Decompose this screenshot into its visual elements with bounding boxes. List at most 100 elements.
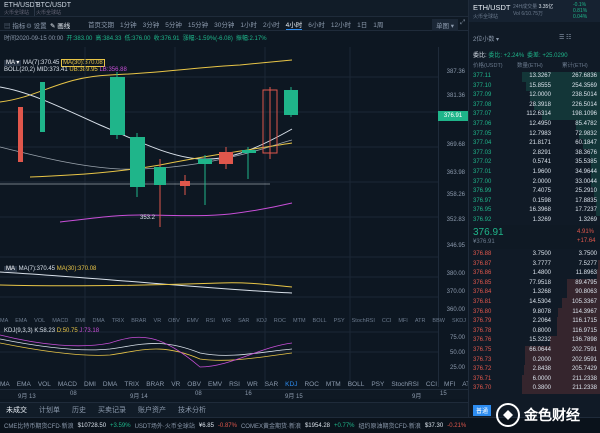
indicator-boll[interactable]: BOLL [348,381,365,388]
indicator-small-sar[interactable]: SAR [238,318,249,326]
ticker-label[interactable]: 纽约原油期货CFD·新浪 [359,421,421,430]
indicator-roc[interactable]: ROC [304,381,318,388]
ticker-label[interactable]: CME比特币期货CFD·新浪 [4,421,74,430]
indicator-small-bbw[interactable]: BBW [432,318,445,326]
bid-row[interactable]: 377.11 13.3267 267.6836 [469,72,600,82]
indicator-small-kdj[interactable]: KDJ [256,318,266,326]
indicator-small-emv[interactable]: EMV [187,318,199,326]
indicator-ma[interactable]: MA [0,381,10,388]
tab-tech-analysis[interactable]: 技术分析 [178,405,206,415]
period-2h[interactable]: 2小时 [263,19,280,29]
period-3min[interactable]: 3分钟 [143,19,160,29]
bid-row[interactable]: 376.99 7.4075 25.2910 [469,187,600,197]
indicator-small-mfi[interactable]: MFI [398,318,407,326]
indicator-small-brar[interactable]: BRAR [131,318,146,326]
indicator-small-boll[interactable]: BOLL [313,318,327,326]
indicator-small-psy[interactable]: PSY [334,318,345,326]
ask-row[interactable]: 376.81 14.5304 105.3367 [469,298,600,308]
ask-row[interactable]: 376.76 15.3232 136.7898 [469,336,600,346]
indicator-wr[interactable]: WR [247,381,258,388]
indicator-rsi[interactable]: RSI [229,381,240,388]
ticker-label[interactable]: USDT场外·火币全球站 [135,421,195,430]
indicator-emv[interactable]: EMV [208,381,222,388]
indicator-small-ma[interactable]: MA [0,318,8,326]
tab-history[interactable]: 历史 [72,405,86,415]
indicator-small-mtm[interactable]: MTM [293,318,306,326]
indicator-kdj[interactable]: KDJ [285,381,297,388]
draw-line-button[interactable]: ✎ 画线 [50,20,70,30]
indicator-vol[interactable]: VOL [38,381,51,388]
indicator-small-ema[interactable]: EMA [15,318,27,326]
ask-row[interactable]: 376.85 77.9518 89.4795 [469,278,600,289]
ask-row[interactable]: 376.70 0.3800 211.2338 [469,384,600,394]
indicator-small-stochrsi[interactable]: StochRSI [352,318,375,326]
kline-chart[interactable]: 353.2 [0,47,438,387]
indicator-small-vr[interactable]: VR [154,318,162,326]
indicator-small-dma[interactable]: DMA [92,318,104,326]
ask-row[interactable]: 376.71 6.0000 211.2338 [469,374,600,385]
indicator-dmi[interactable]: DMI [84,381,96,388]
period-custom[interactable]: 首页交期 [88,19,114,29]
period-4h[interactable]: 4小时 [285,19,303,30]
indicator-sar[interactable]: SAR [265,381,278,388]
period-1w[interactable]: 1周 [373,19,383,29]
indicator-vr[interactable]: VR [171,381,180,388]
period-15min[interactable]: 15分钟 [188,19,208,29]
single-chart-button[interactable]: 单图 ▾ [432,19,459,31]
bid-row[interactable]: 377.06 12.4950 85.4782 [469,120,600,130]
indicator-stochrsi[interactable]: StochRSI [391,381,418,388]
bid-row[interactable]: 376.97 0.1598 17.8835 [469,196,600,207]
bid-row[interactable]: 377.02 0.5741 35.5385 [469,158,600,168]
indicator-mtm[interactable]: MTM [326,381,341,388]
ask-row[interactable]: 376.72 2.8438 205.7429 [469,365,600,375]
period-5min[interactable]: 5分钟 [165,19,182,29]
period-1d[interactable]: 1日 [357,19,367,29]
tab-trade-records[interactable]: 买卖记录 [98,405,126,415]
indicator-cci[interactable]: CCI [426,381,437,388]
indicator-obv[interactable]: OBV [187,381,201,388]
orderbook-layout-icon[interactable]: ☰ ☷ [559,34,571,41]
ask-row[interactable]: 376.75 66.0644 202.7591 [469,346,600,356]
depth-selector[interactable]: 2位小数 ▾ [473,34,499,43]
ask-row[interactable]: 376.84 1.3268 90.8063 [469,288,600,298]
ask-row[interactable]: 376.87 3.7777 7.5277 [469,259,600,270]
period-1h[interactable]: 1小时 [240,19,257,29]
indicator-small-obv[interactable]: OBV [168,318,180,326]
indicator-macd[interactable]: MACD [58,381,77,388]
bid-row[interactable]: 377.05 12.7983 72.9832 [469,129,600,140]
tab-open-orders[interactable]: 未成交 [6,405,27,415]
indicator-small-wr[interactable]: WR [222,318,231,326]
ask-row[interactable]: 376.86 1.4800 11.8963 [469,269,600,279]
ticker-label[interactable]: COMEX黄金期货·新浪 [241,421,301,430]
ask-row[interactable]: 376.73 0.2000 202.9591 [469,355,600,366]
indicator-small-dmi[interactable]: DMI [75,318,85,326]
bid-row[interactable]: 377.03 2.8291 38.3676 [469,148,600,159]
bid-row[interactable]: 376.95 16.3968 17.7237 [469,206,600,216]
indicator-mfi[interactable]: MFI [444,381,455,388]
settings-button[interactable]: ⚙ 设置 [26,20,47,30]
indicator-brar[interactable]: BRAR [146,381,164,388]
indicator-ema[interactable]: EMA [17,381,31,388]
indicator-trix[interactable]: TRIX [124,381,139,388]
ask-row[interactable]: 376.88 3.7500 3.7500 [469,250,600,260]
bid-row[interactable]: 377.10 15.8555 254.3569 [469,81,600,92]
indicators-button[interactable]: ▤ 指标 [4,20,25,30]
indicator-small-roc[interactable]: ROC [274,318,286,326]
tab-btc-usdt[interactable]: BTC/USDT 火币全球站 [36,2,71,16]
ask-row[interactable]: 376.78 0.8000 116.9715 [469,326,600,337]
indicator-dma[interactable]: DMA [103,381,117,388]
bid-row[interactable]: 377.01 1.9600 34.9644 [469,168,600,178]
tab-plan-orders[interactable]: 计划单 [39,405,60,415]
bid-row[interactable]: 377.09 12.0000 238.5014 [469,91,600,101]
indicator-small-vol[interactable]: VOL [34,318,45,326]
bid-row[interactable]: 377.08 28.3918 226.5014 [469,100,600,111]
indicator-small-cci[interactable]: CCI [382,318,391,326]
tab-account-assets[interactable]: 账户资产 [138,405,166,415]
fullscreen-icon[interactable]: ⤢ [460,19,465,27]
ask-row[interactable]: 376.79 2.2064 116.1715 [469,317,600,327]
indicator-small-atr[interactable]: ATR [415,318,426,326]
bid-row[interactable]: 377.00 2.0000 33.0044 [469,177,600,188]
indicator-small-trix[interactable]: TRIX [112,318,125,326]
indicator-small-rsi[interactable]: RSI [206,318,215,326]
period-6h[interactable]: 6小时 [308,19,325,29]
